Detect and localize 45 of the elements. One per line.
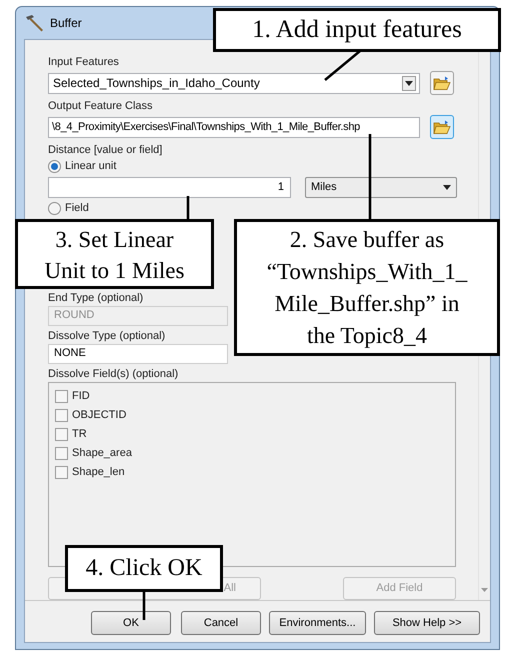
field-label: Input Features xyxy=(48,55,119,69)
radio-button[interactable] xyxy=(48,202,61,215)
field-label: Distance [value or field] xyxy=(48,143,162,157)
scroll-down-icon[interactable] xyxy=(481,588,488,592)
folder-icon xyxy=(433,76,451,90)
callout-note: 3. Set Linear Unit to 1 Miles xyxy=(15,219,214,289)
dialog-button[interactable]: Show Help >> xyxy=(374,611,480,635)
output-path-field[interactable]: \8_4_Proximity\Exercises\Final\Townships_With_1_Mile_Buffer.shp xyxy=(48,116,420,138)
dialog-button[interactable]: Environments... xyxy=(269,611,366,635)
checkbox-label: OBJECTID xyxy=(72,408,126,424)
dialog-button[interactable]: Cancel xyxy=(181,611,261,635)
folder-icon xyxy=(433,120,451,134)
radio-label: Linear unit xyxy=(65,159,116,174)
checkbox-label: FID xyxy=(72,389,90,404)
checkbox[interactable] xyxy=(55,428,68,442)
checkbox-label: Shape_len xyxy=(72,465,125,480)
unit-dropdown[interactable]: Miles xyxy=(305,177,457,198)
caret-icon xyxy=(405,80,413,86)
checkbox[interactable] xyxy=(55,409,68,422)
checkbox-label: TR xyxy=(72,427,87,442)
callout-note: 1. Add input features xyxy=(213,8,501,52)
input-features-dropdown[interactable]: Selected_Townships_in_Idaho_County xyxy=(48,72,420,94)
checkbox[interactable] xyxy=(55,390,68,404)
field-label: Output Feature Class xyxy=(48,99,153,113)
distance-value-field[interactable]: 1 xyxy=(48,177,291,198)
field-label: Dissolve Field(s) (optional) xyxy=(48,366,178,381)
radio-label: Field xyxy=(65,201,89,216)
browse-button[interactable] xyxy=(430,115,454,139)
callout-note: 2. Save buffer as “Townships_With_1_ Mile_Buffer.shp” in the Topic8_4 xyxy=(234,219,500,356)
hammer-icon xyxy=(24,14,44,32)
window-title: Buffer xyxy=(50,15,82,32)
callout-note: 4. Click OK xyxy=(65,545,223,592)
checkbox[interactable] xyxy=(55,447,68,460)
dialog-button[interactable]: OK xyxy=(91,611,171,635)
field-label: End Type (optional) xyxy=(48,290,144,305)
caret-icon xyxy=(443,185,451,190)
dropdown-field[interactable]: NONE xyxy=(48,344,228,364)
leader-line xyxy=(322,49,362,83)
field-label: Dissolve Type (optional) xyxy=(48,328,166,343)
checkbox-label: Shape_area xyxy=(72,446,132,462)
leader-line xyxy=(186,196,190,220)
checkbox[interactable] xyxy=(55,466,68,480)
browse-button[interactable] xyxy=(430,71,454,95)
leader-line xyxy=(142,589,146,620)
radio-button[interactable] xyxy=(48,160,61,173)
